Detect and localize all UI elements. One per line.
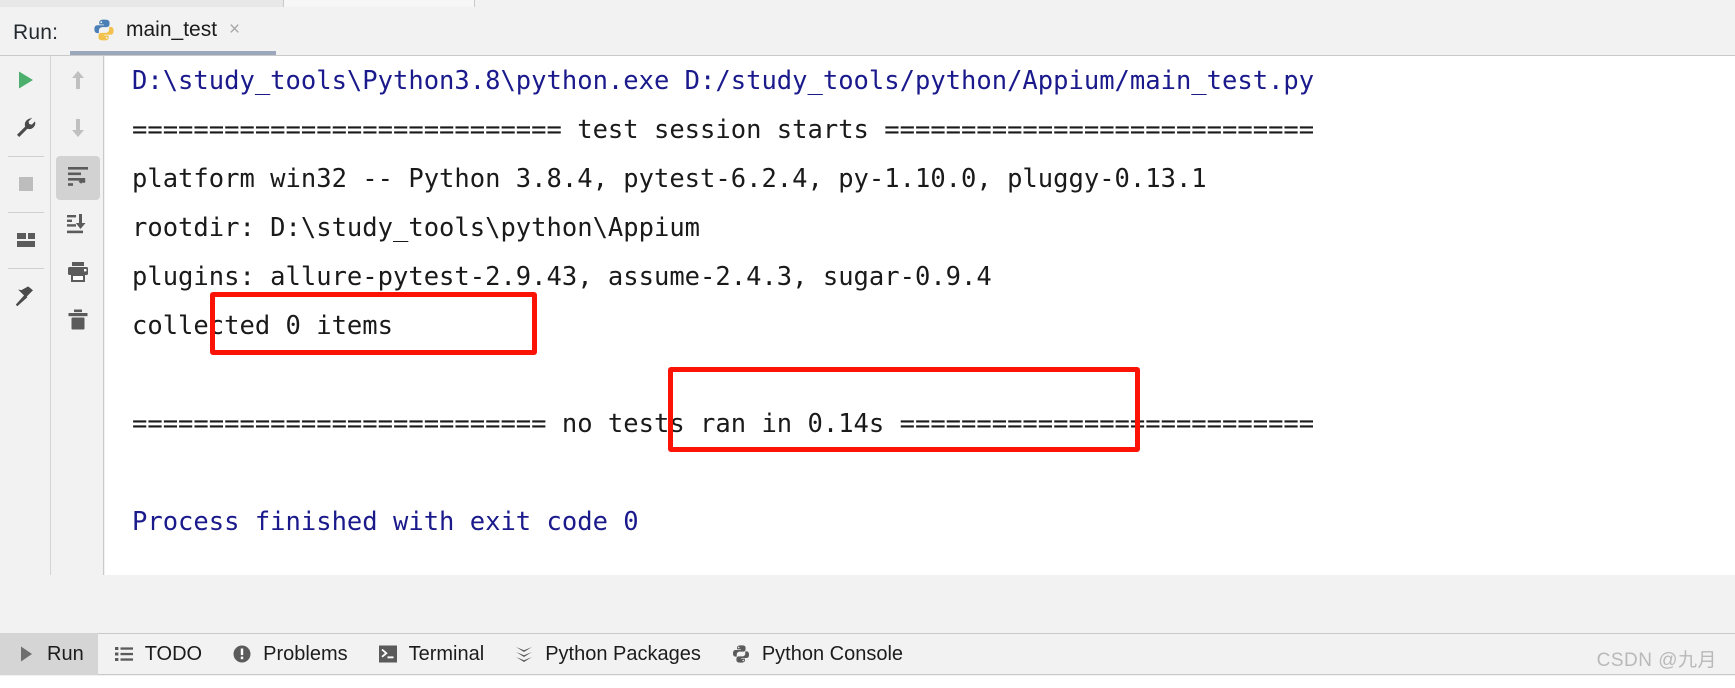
console-line: rootdir: D:\study_tools\python\Appium [132,213,701,243]
chevrons-down-icon [512,642,536,666]
editor-tab-strip-segment-b [284,0,475,7]
console-line: platform win32 -- Python 3.8.4, pytest-6… [132,164,1207,194]
rerun-button[interactable] [4,60,48,104]
tool-window-todo[interactable]: TODO [98,633,216,675]
terminal-icon [376,642,400,666]
console-output-panel[interactable]: D:\study_tools\Python3.8\python.exe D:/s… [105,56,1735,575]
run-tab-label: main_test [126,17,218,41]
tool-window-python-console-label: Python Console [761,643,904,665]
tool-window-run[interactable]: Run [0,633,98,675]
run-tool-window-header: Run: main_test × [0,8,1735,56]
soft-wrap-button[interactable] [56,156,100,200]
layout-button[interactable] [4,220,48,264]
tool-window-problems-label: Problems [263,643,348,665]
console-line: ============================ test sessio… [132,115,1315,145]
python-icon [92,18,116,42]
toolbar-divider [8,212,44,213]
list-icon [112,642,136,666]
tool-window-bar: Run TODO Problems Terminal Python Packages Py… [0,633,1735,675]
console-line: plugins: allure-pytest-2.9.43, assume-2.… [132,262,992,292]
toolbar-divider [8,268,44,269]
console-line: D:\study_tools\Python3.8\python.exe D:/s… [132,66,1315,96]
scroll-to-end-icon [66,212,90,241]
soft-wrap-icon [66,164,90,193]
run-toolbar-secondary [52,56,103,575]
pin-icon [15,285,37,312]
watermark: CSDN @九月 [1596,650,1717,671]
tool-window-run-label: Run [47,643,84,665]
window-bottom-edge [0,676,1735,688]
tool-window-python-packages-label: Python Packages [545,643,701,665]
close-icon[interactable]: × [229,20,240,39]
console-line: =========================== no tests ran… [132,409,1315,439]
tool-window-terminal[interactable]: Terminal [362,633,499,675]
run-header-label: Run: [13,21,59,44]
arrow-down-icon [67,117,89,144]
pin-button[interactable] [4,276,48,320]
editor-tab-strip-segment-a [0,0,284,7]
tool-window-todo-label: TODO [144,643,203,665]
settings-button[interactable] [4,108,48,152]
run-toolbar-primary [0,56,51,575]
up-button[interactable] [56,60,100,104]
python-icon [729,642,753,666]
play-triangle-icon [15,69,37,96]
stop-square-icon [15,173,37,200]
pycharm-run-tool-window: Run: main_test × D:\study_tools\Python3.… [0,0,1735,688]
console-line: collected 0 items [132,311,393,341]
tool-window-terminal-label: Terminal [408,643,485,665]
run-tab-main-test[interactable]: main_test × [70,8,276,55]
tool-window-python-console[interactable]: Python Console [715,633,917,675]
clear-all-button[interactable] [56,300,100,344]
exclamation-circle-icon [230,642,254,666]
console-line: Process finished with exit code 0 [132,507,639,537]
stop-button[interactable] [4,164,48,208]
run-toolbar [0,56,104,575]
print-button[interactable] [56,252,100,296]
scroll-to-end-button[interactable] [56,204,100,248]
printer-icon [66,260,90,289]
trash-icon [66,308,90,337]
toolbar-divider [8,156,44,157]
tool-window-python-packages[interactable]: Python Packages [498,633,715,675]
layout-icon [15,229,37,256]
tool-window-problems[interactable]: Problems [216,633,361,675]
down-button[interactable] [56,108,100,152]
wrench-icon [15,117,37,144]
play-triangle-icon [14,642,38,666]
arrow-up-icon [67,69,89,96]
